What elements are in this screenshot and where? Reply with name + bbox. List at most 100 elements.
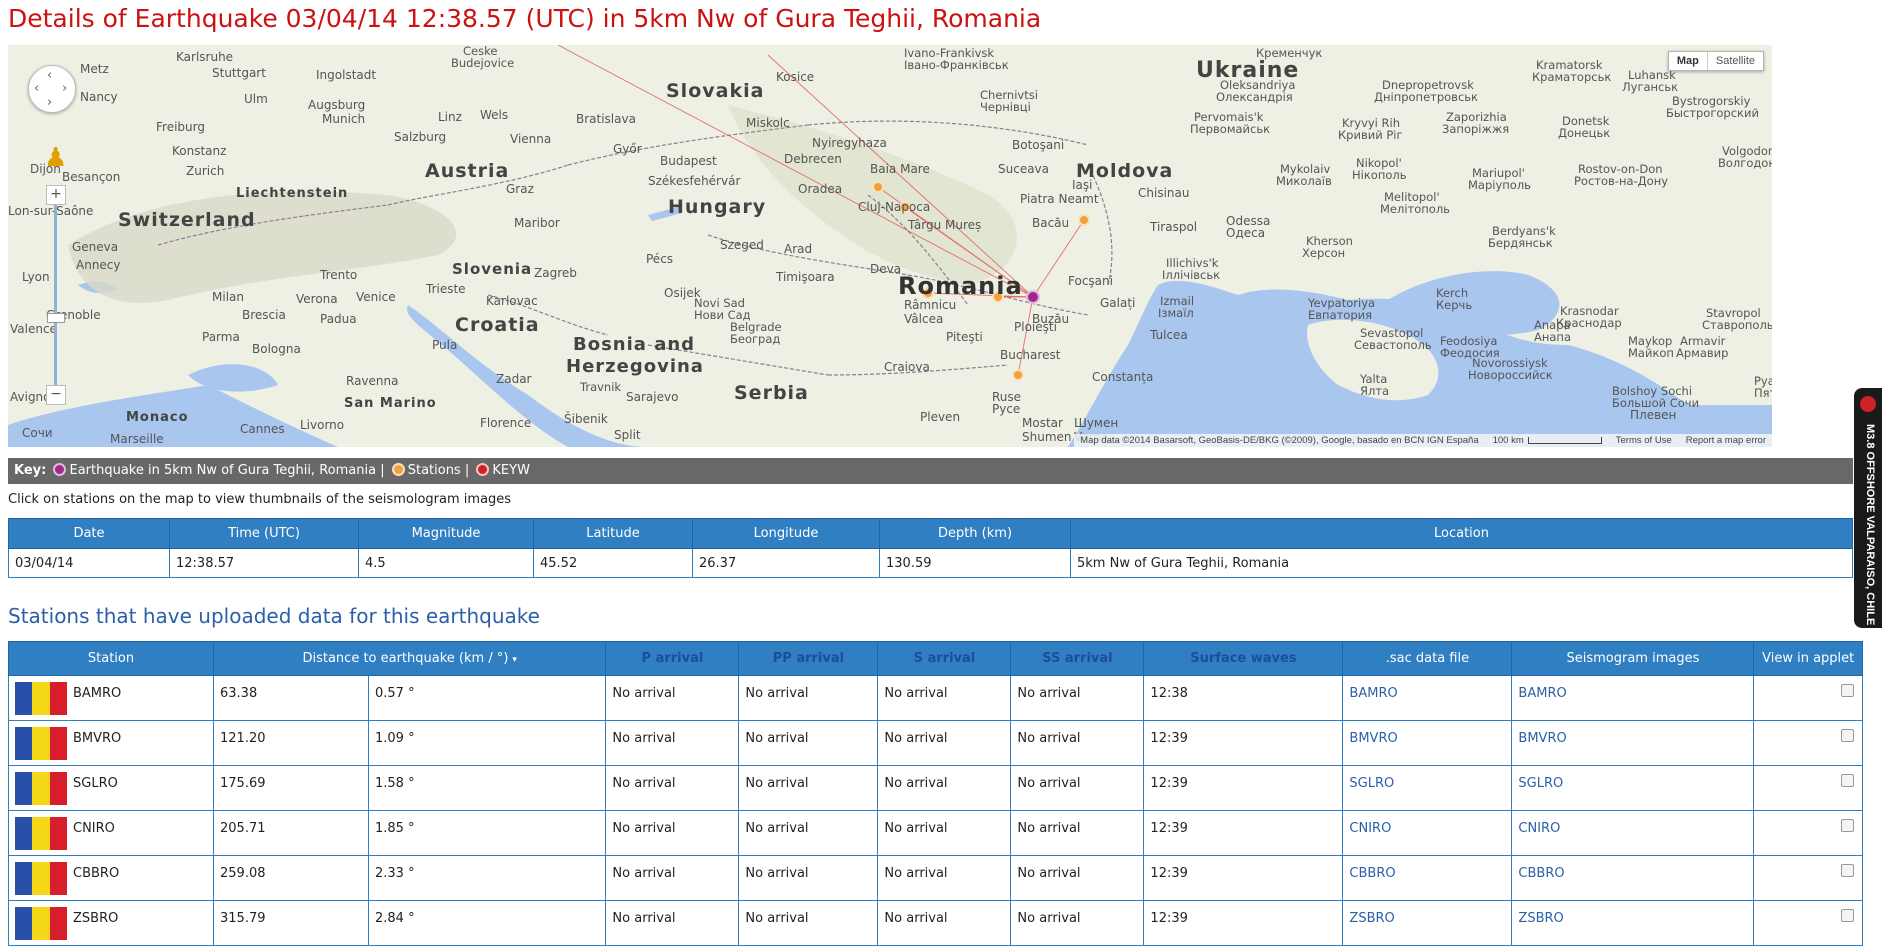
seismogram-images-link[interactable]: ZSBRO xyxy=(1518,911,1563,926)
column-header[interactable]: Seismogram images xyxy=(1511,641,1755,676)
zoom-slider-thumb[interactable] xyxy=(47,313,65,323)
cell-distance-km: 175.69 xyxy=(213,765,369,811)
sac-file-link[interactable]: BAMRO xyxy=(1349,686,1397,701)
sac-file-link[interactable]: ZSBRO xyxy=(1349,911,1394,926)
pan-up-icon[interactable]: ‹ xyxy=(47,69,52,82)
cell-s-arrival: No arrival xyxy=(877,810,1012,856)
map-type-control[interactable]: Map Satellite xyxy=(1667,51,1764,71)
map-label-city: Донецьк xyxy=(1558,126,1611,140)
view-in-applet-checkbox[interactable] xyxy=(1841,684,1855,697)
column-header[interactable]: SS arrival xyxy=(1010,641,1145,676)
sac-file-link[interactable]: CBBRO xyxy=(1349,866,1395,881)
map-label-city: Budejovice xyxy=(451,56,515,70)
map-pan-control[interactable]: ‹ ‹ › › xyxy=(28,65,76,113)
zoom-slider-track[interactable] xyxy=(54,205,57,385)
romania-flag-icon xyxy=(15,907,67,940)
station-code: CBBRO xyxy=(73,866,120,881)
map-label-city: Stuttgart xyxy=(212,66,266,80)
pan-down-icon[interactable]: › xyxy=(47,96,52,109)
column-header: Date xyxy=(8,518,170,549)
cell-latitude: 45.52 xyxy=(533,548,693,578)
view-in-applet-checkbox[interactable] xyxy=(1841,774,1855,787)
map-label-city: Miskolc xyxy=(746,116,790,130)
pan-right-icon[interactable]: › xyxy=(62,82,67,95)
view-in-applet-checkbox[interactable] xyxy=(1841,819,1855,832)
cell-ss-arrival: No arrival xyxy=(1010,720,1145,766)
map-label-city: Timişoara xyxy=(776,270,835,284)
view-in-applet-checkbox[interactable] xyxy=(1841,909,1855,922)
map-zoom-control[interactable]: + − xyxy=(46,185,68,405)
map-label-city: Армавир xyxy=(1676,346,1729,360)
column-header[interactable]: Station xyxy=(8,641,214,676)
cell-seismogram: SGLRO xyxy=(1511,765,1755,811)
map-label-country: Switzerland xyxy=(118,209,256,231)
column-header: Longitude xyxy=(692,518,880,549)
seismogram-images-link[interactable]: CNIRO xyxy=(1518,821,1560,836)
latest-quake-side-tab[interactable]: M3.8 OFFSHORE VALPARAISO, CHILE xyxy=(1854,388,1882,628)
sac-file-link[interactable]: BMVRO xyxy=(1349,731,1397,746)
earthquake-map[interactable]: Slovakia Ukraine Austria Hungary Switzer… xyxy=(8,45,1772,447)
map-label-city: Pécs xyxy=(646,252,674,266)
cell-pp-arrival: No arrival xyxy=(738,855,879,901)
view-in-applet-checkbox[interactable] xyxy=(1841,864,1855,877)
cell-p-arrival: No arrival xyxy=(605,675,740,721)
column-header[interactable]: PP arrival xyxy=(738,641,879,676)
cell-p-arrival: No arrival xyxy=(605,900,740,946)
station-code: BMVRO xyxy=(73,731,122,746)
column-header[interactable]: P arrival xyxy=(605,641,740,676)
map-label-city: Florence xyxy=(480,416,532,430)
sac-file-link[interactable]: SGLRO xyxy=(1349,776,1394,791)
seismogram-images-link[interactable]: BAMRO xyxy=(1518,686,1566,701)
map-label-city: Mostar xyxy=(1022,416,1063,430)
map-label-city: Ставрополь xyxy=(1702,318,1772,332)
map-label-city: Одеса xyxy=(1226,226,1266,240)
map-label-city: Piatra Neamt xyxy=(1020,192,1099,206)
map-label-city: Venice xyxy=(356,290,396,304)
cell-distance-km: 259.08 xyxy=(213,855,369,901)
map-type-map-button[interactable]: Map xyxy=(1669,52,1707,70)
station-code: ZSBRO xyxy=(73,911,119,926)
map-label-city: Arad xyxy=(784,242,813,256)
map-label-city: Миколаїв xyxy=(1276,174,1332,188)
seismogram-images-link[interactable]: CBBRO xyxy=(1518,866,1564,881)
map-label-city: Кривий Ріг xyxy=(1338,128,1403,142)
cell-applet xyxy=(1753,855,1863,901)
column-header[interactable]: View in applet xyxy=(1753,641,1863,676)
column-header[interactable]: S arrival xyxy=(877,641,1012,676)
pan-left-icon[interactable]: ‹ xyxy=(34,82,39,95)
street-view-pegman-icon[interactable]: ♟ xyxy=(44,139,67,177)
cell-sac-file: CBBRO xyxy=(1342,855,1513,901)
terms-of-use-link[interactable]: Terms of Use xyxy=(1616,435,1672,446)
map-label-city: Zadar xyxy=(496,372,532,386)
map-type-satellite-button[interactable]: Satellite xyxy=(1706,52,1763,70)
key-keyw-label: KEYW xyxy=(492,463,530,478)
column-header[interactable]: Surface waves xyxy=(1143,641,1344,676)
cell-applet xyxy=(1753,720,1863,766)
cell-date: 03/04/14 xyxy=(8,548,170,578)
cell-surface-waves: 12:39 xyxy=(1143,900,1344,946)
map-label-city: Кременчук xyxy=(1256,46,1323,60)
table-row: SGLRO 175.69 1.58 ° No arrival No arrival No … xyxy=(8,765,1863,811)
cell-longitude: 26.37 xyxy=(692,548,880,578)
cell-s-arrival: No arrival xyxy=(877,900,1012,946)
cell-depth: 130.59 xyxy=(879,548,1071,578)
column-header-distance[interactable]: Distance to earthquake (km / °) ▾ xyxy=(212,641,607,676)
sac-file-link[interactable]: CNIRO xyxy=(1349,821,1391,836)
map-key-bar: Key: Earthquake in 5km Nw of Gura Teghii… xyxy=(8,458,1853,484)
map-label-city: Луганськ xyxy=(1622,80,1679,94)
column-header: Time (UTC) xyxy=(169,518,359,549)
view-in-applet-checkbox[interactable] xyxy=(1841,729,1855,742)
map-label-city: Майкоп xyxy=(1628,346,1674,360)
seismogram-images-link[interactable]: SGLRO xyxy=(1518,776,1563,791)
seismogram-images-link[interactable]: BMVRO xyxy=(1518,731,1566,746)
cell-seismogram: BMVRO xyxy=(1511,720,1755,766)
report-map-error-link[interactable]: Report a map error xyxy=(1686,435,1766,446)
page-title: Details of Earthquake 03/04/14 12:38.57 … xyxy=(8,4,1042,33)
map-label-city: Vâlcea xyxy=(904,312,944,326)
zoom-in-button[interactable]: + xyxy=(46,185,66,205)
map-label-city: Анапа xyxy=(1534,330,1571,344)
cell-p-arrival: No arrival xyxy=(605,855,740,901)
romania-flag-icon xyxy=(15,862,67,895)
column-header[interactable]: .sac data file xyxy=(1342,641,1513,676)
zoom-out-button[interactable]: − xyxy=(46,385,66,405)
